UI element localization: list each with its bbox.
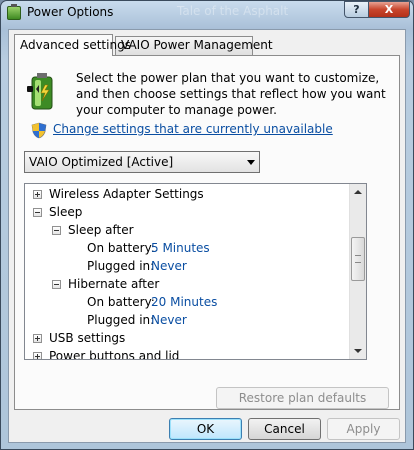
collapse-icon[interactable]: [33, 208, 42, 217]
dropdown-arrow-icon: [247, 160, 255, 165]
setting-label: Plugged in:: [87, 259, 155, 273]
help-button[interactable]: ?: [344, 1, 369, 18]
restore-plan-defaults-button[interactable]: Restore plan defaults: [216, 387, 389, 409]
tab-advanced-settings[interactable]: Advanced settings: [14, 34, 131, 56]
tree-item-label: Power buttons and lid: [49, 349, 180, 360]
setting-label: Plugged in:: [87, 313, 155, 327]
apply-button[interactable]: Apply: [327, 418, 400, 440]
tree-item-label: USB settings: [49, 331, 126, 345]
battery-plug-icon: [27, 73, 53, 110]
setting-value[interactable]: 20 Minutes: [151, 293, 217, 311]
uac-shield-icon: [31, 122, 47, 139]
dialog-client: Advanced settings VAIO Power Management …: [8, 29, 406, 443]
collapse-icon[interactable]: [52, 280, 61, 289]
setting-value[interactable]: 5 Minutes: [151, 239, 210, 257]
settings-tree[interactable]: Wireless Adapter Settings Sleep Sleep af…: [24, 183, 367, 360]
tab-vaio-power-management[interactable]: VAIO Power Management: [115, 36, 273, 55]
expand-icon[interactable]: [33, 352, 42, 359]
setting-value[interactable]: Never: [151, 311, 187, 329]
tree-scrollbar[interactable]: [349, 184, 366, 359]
tree-item-label: Wireless Adapter Settings: [49, 187, 204, 201]
window-title: Power Options: [27, 5, 114, 19]
settings-tree-items: Wireless Adapter Settings Sleep Sleep af…: [25, 184, 350, 360]
tree-item-label: Hibernate after: [68, 277, 160, 291]
collapse-icon[interactable]: [52, 226, 61, 235]
expand-icon[interactable]: [33, 190, 42, 199]
ok-button[interactable]: OK: [169, 418, 242, 440]
title-bar[interactable]: Power Options Tale of the Asphalt ? X: [1, 1, 413, 25]
expand-icon[interactable]: [33, 334, 42, 343]
scroll-up-arrow-icon[interactable]: [354, 190, 362, 194]
cancel-button[interactable]: Cancel: [248, 418, 321, 440]
close-button[interactable]: X: [368, 1, 410, 18]
scroll-down-arrow-icon[interactable]: [354, 349, 362, 353]
setting-label: On battery:: [87, 295, 155, 309]
advanced-settings-panel: Select the power plan that you want to c…: [14, 55, 400, 410]
change-settings-link[interactable]: Change settings that are currently unava…: [53, 122, 333, 136]
setting-value[interactable]: Never: [151, 257, 187, 275]
background-window-title: Tale of the Asphalt: [177, 4, 289, 18]
plan-select-value: VAIO Optimized [Active]: [29, 155, 174, 169]
tree-item-label: Sleep: [49, 205, 83, 219]
tree-item-label: Sleep after: [68, 223, 134, 237]
power-options-icon: [7, 4, 21, 20]
power-options-window: Power Options Tale of the Asphalt ? X Ad…: [0, 0, 414, 450]
plan-select[interactable]: VAIO Optimized [Active]: [24, 151, 260, 173]
scroll-thumb[interactable]: [351, 237, 365, 281]
setting-label: On battery:: [87, 241, 155, 255]
intro-text: Select the power plan that you want to c…: [76, 71, 386, 117]
